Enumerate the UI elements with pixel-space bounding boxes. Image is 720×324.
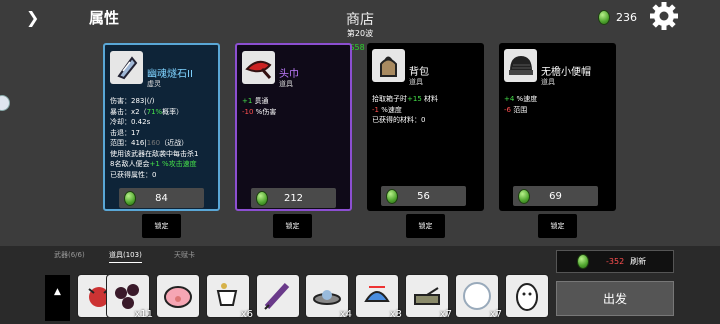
- material-gem-icon: [386, 189, 398, 204]
- stat-line: +1 贯通: [242, 97, 269, 105]
- buy-button[interactable]: 56: [381, 186, 466, 206]
- shop-card[interactable]: 无檐小便帽 道具 +4 %速度 -6 范围 69: [499, 43, 616, 211]
- inventory-slot[interactable]: [506, 275, 548, 317]
- price-value: 84: [155, 192, 168, 204]
- shop-card[interactable]: 幽魂燧石II 虚灵伤害：283|(/) 暴击：x2（71%概率） 冷却：0.42s 击退…: [103, 43, 220, 211]
- material-gem-icon: [577, 254, 589, 269]
- wave-label: 第20波: [346, 29, 374, 38]
- tab-talent-cards[interactable]: 天赋卡: [174, 250, 195, 260]
- item-count: x11: [134, 309, 153, 320]
- tab-items[interactable]: 道具(103): [109, 250, 142, 263]
- item-stats: 伤害：283|(/) 暴击：x2（71%概率） 冷却：0.42s 击退：17 范围：41…: [110, 96, 215, 180]
- buy-button[interactable]: 84: [119, 188, 204, 208]
- stat-line: 已获得属性：0: [110, 170, 157, 179]
- material-gem-icon: [256, 191, 268, 206]
- item-stats: 拾取箱子时+15 材料 -1 %速度已获得的材料：0: [372, 94, 481, 126]
- lock-button[interactable]: 锁定: [142, 214, 181, 238]
- item-icon: [372, 49, 405, 82]
- stat-line: -1 %速度: [372, 105, 402, 114]
- stat-line: -6 范围: [504, 105, 528, 114]
- reroll-label: 刷新: [630, 257, 647, 266]
- stat-line: 拾取箱子时+15 材料: [372, 95, 439, 103]
- inventory-slot[interactable]: x11: [107, 275, 153, 320]
- item-count: x6: [240, 309, 253, 320]
- item-type: 虚灵: [147, 80, 161, 88]
- inventory-slot[interactable]: [157, 275, 199, 317]
- item-stats: +1 贯通 -10 %伤害: [242, 96, 347, 117]
- expand-inventory-button[interactable]: ▲: [45, 275, 70, 321]
- stat-line: 使用该武器在敌袭中每击杀1: [110, 149, 199, 158]
- stat-line: 已获得的材料：0: [372, 116, 426, 124]
- side-handle[interactable]: [0, 95, 10, 111]
- item-icon: [110, 51, 143, 84]
- inventory-slot[interactable]: x3: [356, 275, 402, 320]
- buy-button[interactable]: 212: [251, 188, 336, 208]
- inventory-slot[interactable]: x7: [456, 275, 502, 320]
- syringe-icon: [264, 282, 290, 310]
- stat-line: 冷却：0.42s: [110, 118, 151, 126]
- price-value: 212: [283, 192, 304, 204]
- item-name: 无檐小便帽: [541, 67, 591, 78]
- item-type: 道具: [541, 78, 555, 86]
- stat-line: 暴击：x2（71%概率）: [110, 107, 184, 116]
- item-name: 幽魂燧石II: [147, 69, 193, 80]
- stat-line: 击退：17: [110, 128, 140, 137]
- item-icon: [242, 51, 275, 84]
- pig-icon: [164, 286, 192, 308]
- item-count: x3: [389, 309, 402, 320]
- material-gem-icon: [518, 189, 530, 204]
- go-button[interactable]: 出发: [556, 281, 674, 316]
- stat-line: 范围：416|160（近战）: [110, 139, 189, 147]
- triangle-up-icon: ▲: [54, 287, 61, 297]
- lock-button[interactable]: 锁定: [406, 214, 445, 238]
- item-count: x7: [439, 309, 452, 320]
- price-value: 69: [549, 190, 562, 202]
- gear-icon[interactable]: [649, 1, 679, 31]
- item-name: 背包: [409, 67, 429, 78]
- item-type: 道具: [409, 78, 423, 86]
- buy-button[interactable]: 69: [513, 186, 598, 206]
- inventory-slot[interactable]: x4: [306, 275, 352, 320]
- reroll-cost: -352: [606, 257, 625, 266]
- item-type: 道具: [279, 80, 293, 88]
- stat-line: 伤害：283|(/): [110, 97, 155, 105]
- shop-card[interactable]: 背包 道具拾取箱子时+15 材料 -1 %速度已获得的材料：0 56: [367, 43, 484, 211]
- item-name: 头巾: [279, 69, 299, 80]
- price-value: 56: [417, 190, 430, 202]
- shop-card[interactable]: 头巾 道具 +1 贯通 -10 %伤害 212: [235, 43, 352, 211]
- tab-weapons[interactable]: 武器(6/6): [54, 250, 85, 260]
- inventory-slot[interactable]: x7: [406, 275, 452, 320]
- item-count: x4: [339, 309, 352, 320]
- material-gem-icon: [598, 10, 610, 25]
- reroll-button[interactable]: -352 刷新: [556, 250, 674, 273]
- stat-line: +4 %速度: [504, 95, 538, 103]
- item-count: x7: [489, 309, 502, 320]
- egg-icon: [516, 283, 538, 311]
- currency-display: 236: [598, 10, 637, 25]
- material-gem-icon: [124, 191, 136, 206]
- stat-line: 8名敌人便会+1 %攻击速度: [110, 160, 197, 168]
- currency-amount: 236: [616, 11, 637, 24]
- item-stats: +4 %速度 -6 范围: [504, 94, 613, 115]
- inventory-slot[interactable]: x6: [207, 275, 253, 320]
- lock-button[interactable]: 锁定: [273, 214, 312, 238]
- stat-line: -10 %伤害: [242, 107, 277, 116]
- lock-button[interactable]: 锁定: [538, 214, 577, 238]
- item-icon: [504, 49, 537, 82]
- inventory-slot[interactable]: [257, 275, 299, 317]
